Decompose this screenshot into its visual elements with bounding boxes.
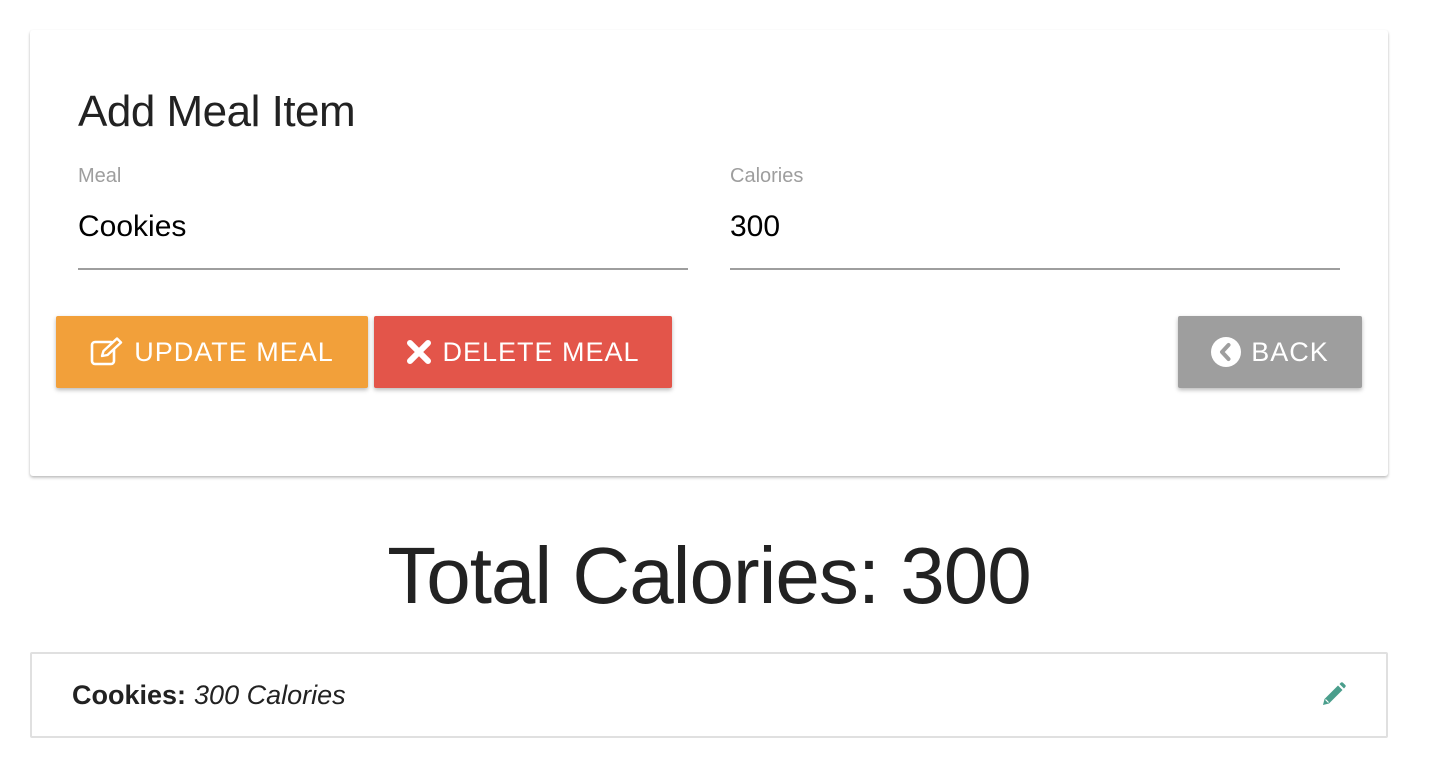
delete-meal-label: DELETE MEAL [442,336,640,367]
calories-input[interactable] [730,202,1340,270]
update-meal-label: UPDATE MEAL [134,336,334,367]
update-meal-button[interactable]: UPDATE MEAL [56,316,368,388]
pencil-icon[interactable] [1320,682,1346,708]
card-title: Add Meal Item [78,87,356,136]
list-item: Cookies: 300 Calories [72,654,1346,736]
meal-label: Meal [78,165,122,187]
add-meal-card: Add Meal Item Meal Calories UPDATE MEAL … [30,30,1388,476]
meal-input[interactable] [78,202,688,270]
edit-square-icon [90,337,124,367]
back-button[interactable]: BACK [1178,316,1362,388]
calories-field: Calories [730,164,1340,270]
meal-field: Meal [78,164,688,270]
meal-list: Cookies: 300 Calories [30,652,1388,738]
item-calories: 300 Calories [194,679,346,710]
chevron-circle-left-icon [1211,337,1242,367]
close-icon [406,339,432,365]
item-name: Cookies: [72,679,187,710]
calories-label: Calories [730,165,804,187]
back-label: BACK [1251,336,1329,367]
total-calories: Total Calories: 300 [387,531,1032,620]
delete-meal-button[interactable]: DELETE MEAL [374,316,672,388]
